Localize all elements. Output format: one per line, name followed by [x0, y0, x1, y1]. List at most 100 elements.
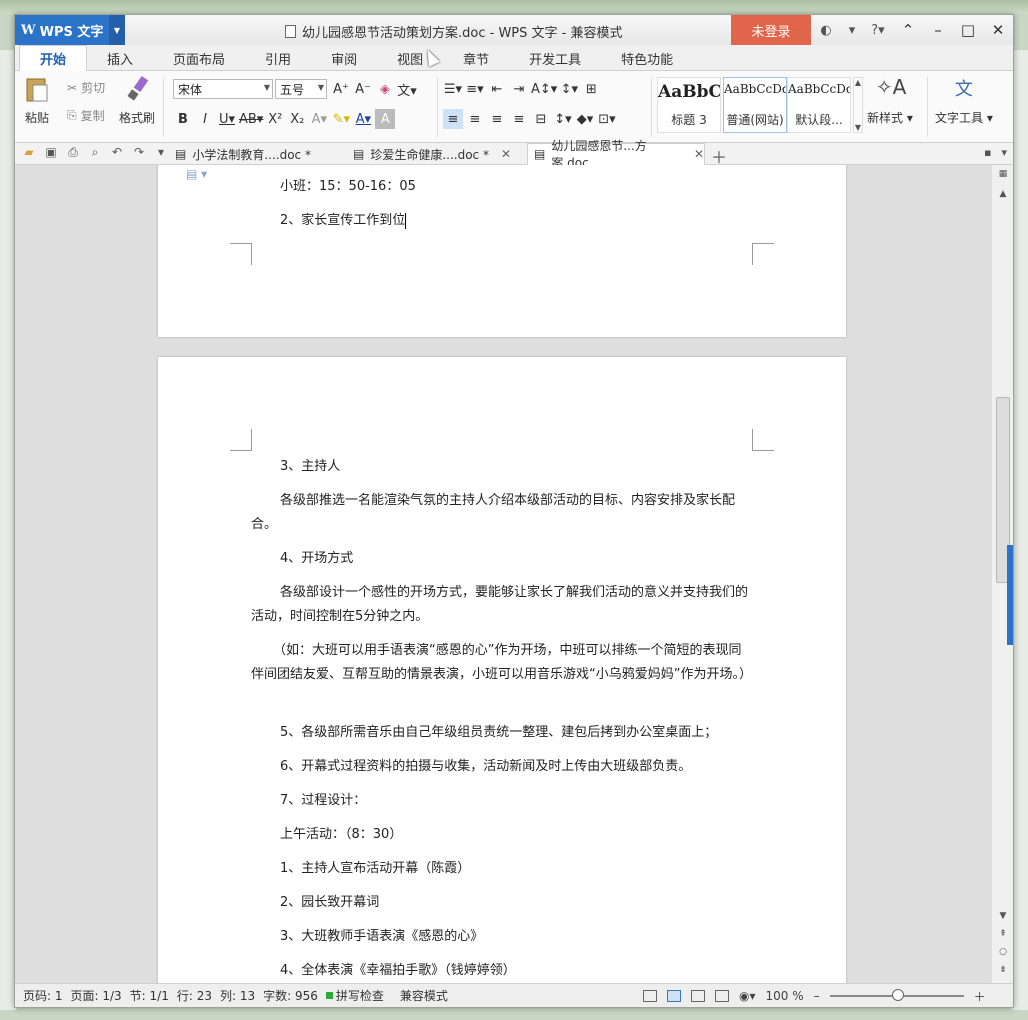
- char-shading-icon[interactable]: A: [375, 109, 396, 129]
- tab-chapter[interactable]: 章节: [443, 45, 509, 71]
- collapse-ribbon-icon[interactable]: ⌃: [893, 15, 923, 45]
- zoom-value[interactable]: 100 %: [766, 989, 804, 1003]
- chevron-down-icon[interactable]: ▼: [855, 123, 861, 132]
- prev-page-icon[interactable]: ⇞: [996, 927, 1010, 941]
- sort-icon[interactable]: ↕▾: [559, 79, 579, 99]
- doc-paragraph[interactable]: 3、大班教师手语表演《感恩的心》: [251, 925, 753, 949]
- align-right-icon[interactable]: ≡: [487, 109, 507, 129]
- format-painter-button[interactable]: 格式刷: [119, 75, 155, 126]
- text-tools-button[interactable]: 文 文字工具 ▾: [935, 75, 993, 126]
- zoom-slider-knob[interactable]: [891, 989, 904, 1001]
- justify-icon[interactable]: ≡: [509, 109, 529, 129]
- zoom-in-icon[interactable]: ＋: [974, 988, 986, 1005]
- status-page[interactable]: 页面: 1/3: [71, 987, 122, 1004]
- status-page-code[interactable]: 页码: 1: [23, 987, 63, 1004]
- tab-page-layout[interactable]: 页面布局: [153, 45, 245, 71]
- save-icon[interactable]: ▣: [43, 145, 59, 160]
- doc-line-with-caret[interactable]: 2、家长宣传工作到位: [251, 209, 753, 233]
- superscript-icon[interactable]: X²: [265, 109, 285, 129]
- doc-paragraph[interactable]: 上午活动：（8：30）: [251, 823, 753, 847]
- redo-icon[interactable]: ↷: [131, 145, 147, 160]
- app-menu-caret-icon[interactable]: ▼: [109, 15, 125, 45]
- align-left-icon[interactable]: ≡: [443, 109, 463, 129]
- doc-paragraph[interactable]: 7、过程设计：: [251, 789, 753, 813]
- doc-tab-active[interactable]: ▤ 幼儿园感恩节...方案.doc ✕: [527, 139, 705, 170]
- open-folder-icon[interactable]: ▰: [21, 145, 37, 160]
- underline-icon[interactable]: U▾: [217, 109, 237, 129]
- print-preview-icon[interactable]: ⌕: [87, 145, 103, 160]
- close-icon[interactable]: ✕: [694, 147, 704, 161]
- shading-icon[interactable]: ◆▾: [575, 109, 595, 129]
- spell-check-toggle[interactable]: 拼写检查: [325, 987, 384, 1004]
- clear-format-icon[interactable]: ◈: [375, 79, 395, 99]
- doc-paragraph[interactable]: （如：大班可以用手语表演“感恩的心”作为开场，中班可以排练一个简短的表现同伴间团…: [251, 639, 753, 687]
- split-view-icon[interactable]: ▦: [996, 167, 1010, 181]
- increase-indent-icon[interactable]: ⇥: [509, 79, 529, 99]
- style-heading3[interactable]: AaBbC 标题 3: [657, 77, 721, 133]
- side-panel-toggle[interactable]: [1007, 545, 1013, 645]
- scroll-down-icon[interactable]: ▼: [996, 909, 1010, 923]
- style-normal-web[interactable]: AaBbCcDd 普通(网站): [723, 77, 787, 133]
- tab-special[interactable]: 特色功能: [601, 45, 693, 71]
- next-page-icon[interactable]: ⇟: [996, 963, 1010, 977]
- phonetic-guide-icon[interactable]: 文▾: [397, 79, 417, 99]
- zoom-slider[interactable]: [829, 989, 964, 1001]
- doc-paragraph[interactable]: 2、园长致开幕词: [251, 891, 753, 915]
- italic-icon[interactable]: I: [195, 109, 215, 129]
- close-button[interactable]: ✕: [983, 15, 1013, 45]
- border-icon[interactable]: ⊡▾: [597, 109, 617, 129]
- text-direction-icon[interactable]: A↕▾: [531, 79, 557, 99]
- tab-review[interactable]: 审阅: [311, 45, 377, 71]
- minimize-button[interactable]: –: [923, 15, 953, 45]
- decrease-indent-icon[interactable]: ⇤: [487, 79, 507, 99]
- font-size-select[interactable]: 五号 ▼: [275, 79, 327, 99]
- doc-line[interactable]: 小班：15：50-16：05: [251, 175, 753, 199]
- style-default-paragraph[interactable]: AaBbCcDd 默认段...: [787, 77, 851, 133]
- print-icon[interactable]: ⎙: [65, 145, 81, 160]
- subscript-icon[interactable]: X₂: [287, 109, 307, 129]
- tab-list-icon[interactable]: ▾: [1001, 146, 1007, 159]
- maximize-button[interactable]: □: [953, 15, 983, 45]
- eye-protect-icon[interactable]: ◉▾: [739, 989, 756, 1003]
- doc-paragraph[interactable]: 各级部设计一个感性的开场方式，要能够让家长了解我们活动的意义并支持我们的活动，时…: [251, 581, 753, 629]
- status-word-count[interactable]: 字数: 956: [263, 987, 318, 1004]
- font-color-icon[interactable]: A▾: [353, 109, 373, 129]
- tab-home[interactable]: 开始: [19, 45, 88, 72]
- doc-tab[interactable]: ▤ 珍爱生命健康....doc * ✕: [347, 143, 523, 165]
- doc-paragraph[interactable]: 1、主持人宣布活动开幕（陈霞）: [251, 857, 753, 881]
- shirt-icon[interactable]: ▾: [841, 23, 863, 38]
- strikethrough-icon[interactable]: AB▾: [239, 109, 263, 129]
- minimize-doc-icon[interactable]: ▪: [984, 146, 991, 159]
- bullets-icon[interactable]: ☰▾: [443, 79, 463, 99]
- tab-insert[interactable]: 插入: [87, 45, 153, 71]
- font-name-select[interactable]: 宋体 ▼: [173, 79, 273, 99]
- doc-tab[interactable]: ▤ 小学法制教育....doc *: [169, 143, 345, 165]
- skin-icon[interactable]: ◐: [815, 23, 837, 38]
- copy-button[interactable]: ⎘ 复制: [67, 107, 105, 124]
- undo-icon[interactable]: ↶: [109, 145, 125, 160]
- tab-developer[interactable]: 开发工具: [509, 45, 601, 71]
- line-spacing-icon[interactable]: ↕▾: [553, 109, 573, 129]
- outline-view-icon[interactable]: [691, 990, 705, 1002]
- zoom-out-icon[interactable]: –: [814, 989, 820, 1003]
- doc-paragraph[interactable]: 3、主持人: [251, 455, 753, 479]
- doc-paragraph[interactable]: 4、开场方式: [251, 547, 753, 571]
- text-effect-icon[interactable]: A▾: [309, 109, 329, 129]
- scroll-up-icon[interactable]: ▲: [996, 187, 1010, 201]
- styles-scroll[interactable]: ▲ ▼: [853, 77, 863, 133]
- customize-toolbar-icon[interactable]: ▾: [153, 145, 169, 160]
- distribute-icon[interactable]: ⊟: [531, 109, 551, 129]
- page-view-icon[interactable]: [667, 990, 681, 1002]
- bold-icon[interactable]: B: [173, 109, 193, 129]
- highlight-icon[interactable]: ✎▾: [331, 109, 351, 129]
- doc-paragraph[interactable]: 6、开幕式过程资料的拍摄与收集，活动新闻及时上传由大班级部负责。: [251, 755, 753, 779]
- grow-font-icon[interactable]: A⁺: [331, 79, 351, 99]
- paragraph-layout-icon[interactable]: ▤ ▾: [186, 167, 207, 181]
- new-style-button[interactable]: ✧A 新样式 ▾: [867, 75, 913, 126]
- table-icon[interactable]: ⊞: [581, 79, 601, 99]
- paste-button[interactable]: 粘贴: [23, 75, 51, 126]
- shrink-font-icon[interactable]: A⁻: [353, 79, 373, 99]
- chevron-up-icon[interactable]: ▲: [855, 78, 861, 87]
- align-center-icon[interactable]: ≡: [465, 109, 485, 129]
- doc-paragraph[interactable]: 各级部推选一名能渲染气氛的主持人介绍本级部活动的目标、内容安排及家长配合。: [251, 489, 753, 537]
